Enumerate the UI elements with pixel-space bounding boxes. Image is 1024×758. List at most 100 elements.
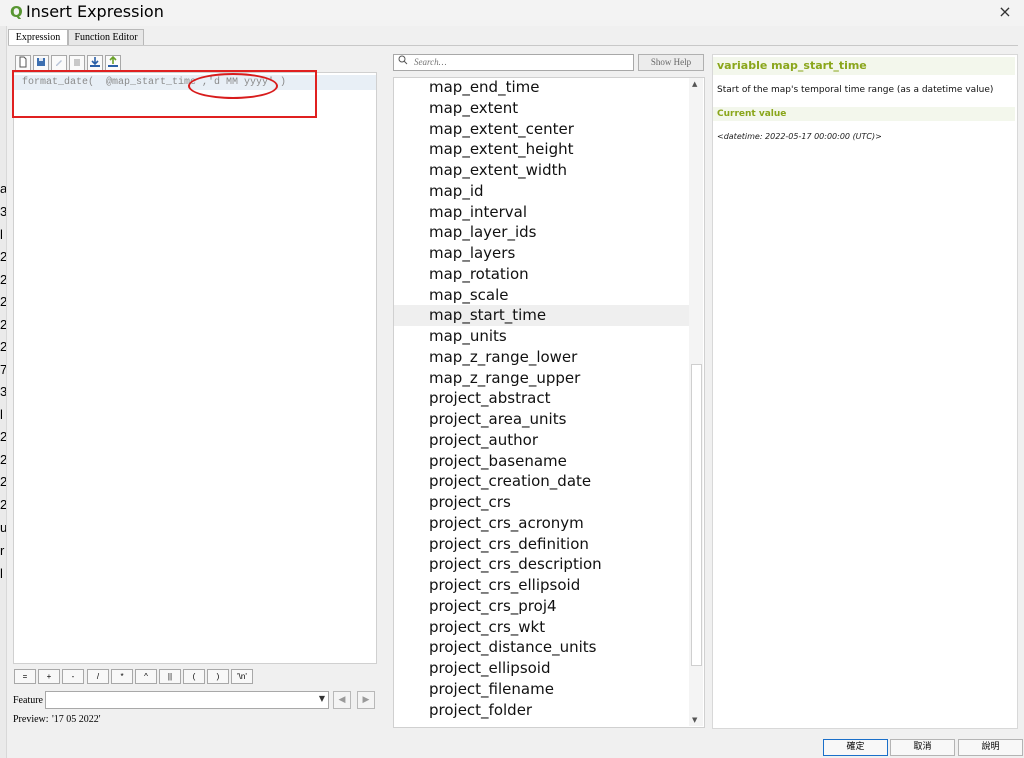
import-icon[interactable] — [87, 55, 103, 71]
background-window-edge: a3l2222273l2222url — [0, 26, 7, 758]
tab-function-editor[interactable]: Function Editor — [68, 29, 144, 46]
list-item[interactable]: map_extent_center — [394, 119, 689, 140]
feature-label: Feature — [13, 695, 43, 706]
scroll-up-icon[interactable]: ▲ — [692, 80, 697, 88]
list-item[interactable]: project_creation_date — [394, 471, 689, 492]
help-button[interactable]: 說明 — [958, 739, 1023, 756]
title-bar: Q Insert Expression × — [0, 0, 1024, 26]
list-item[interactable]: project_distance_units — [394, 637, 689, 658]
current-value-label: Current value — [713, 107, 1015, 121]
list-item[interactable]: project_basename — [394, 451, 689, 472]
list-item[interactable]: map_interval — [394, 202, 689, 223]
window-title: Insert Expression — [26, 2, 164, 21]
help-description: Start of the map's temporal time range (… — [717, 85, 994, 95]
list-item[interactable]: project_crs_ellipsoid — [394, 575, 689, 596]
operator-multiply-button[interactable]: * — [111, 669, 133, 684]
annotation-rectangle — [12, 70, 317, 118]
background-text-fragment: 3 — [0, 204, 6, 219]
operator-open-paren-button[interactable]: ( — [183, 669, 205, 684]
list-item[interactable]: map_extent_width — [394, 160, 689, 181]
background-text-fragment: 2 — [0, 497, 6, 512]
operator-power-button[interactable]: ^ — [135, 669, 157, 684]
list-item[interactable]: project_area_units — [394, 409, 689, 430]
list-item[interactable]: project_abstract — [394, 388, 689, 409]
tab-expression[interactable]: Expression — [8, 29, 68, 46]
list-item[interactable]: project_crs_description — [394, 554, 689, 575]
current-value: <datetime: 2022-05-17 00:00:00 (UTC)> — [717, 132, 882, 141]
background-text-fragment: l — [0, 227, 3, 242]
list-item[interactable]: project_crs_wkt — [394, 617, 689, 638]
close-icon[interactable]: × — [996, 2, 1014, 22]
delete-icon[interactable] — [69, 55, 85, 71]
list-item[interactable]: map_rotation — [394, 264, 689, 285]
list-item[interactable]: project_filename — [394, 679, 689, 700]
chevron-down-icon: ▼ — [318, 694, 325, 703]
list-item[interactable]: project_author — [394, 430, 689, 451]
export-icon[interactable] — [105, 55, 121, 71]
list-item[interactable]: map_layers — [394, 243, 689, 264]
next-feature-button[interactable]: ▶ — [357, 691, 375, 709]
list-item[interactable]: map_scale — [394, 285, 689, 306]
list-item[interactable]: map_extent_height — [394, 139, 689, 160]
list-item[interactable]: map_z_range_lower — [394, 347, 689, 368]
ok-button[interactable]: 確定 — [823, 739, 888, 756]
operator-plus-button[interactable]: + — [38, 669, 60, 684]
search-icon — [398, 55, 408, 70]
background-text-fragment: 2 — [0, 474, 6, 489]
background-text-fragment: 2 — [0, 339, 6, 354]
operator-close-paren-button[interactable]: ) — [207, 669, 229, 684]
background-text-fragment: r — [0, 543, 5, 558]
operator-concat-button[interactable]: || — [159, 669, 181, 684]
background-text-fragment: 2 — [0, 317, 6, 332]
list-item[interactable]: map_end_time — [394, 78, 689, 98]
cancel-button[interactable]: 取消 — [890, 739, 955, 756]
list-item[interactable]: map_extent — [394, 98, 689, 119]
list-item[interactable]: project_crs_definition — [394, 534, 689, 555]
list-item[interactable]: project_crs_proj4 — [394, 596, 689, 617]
list-scrollbar[interactable]: ▲ ▼ — [689, 78, 703, 726]
operator-newline-button[interactable]: '\n' — [231, 669, 253, 684]
list-item[interactable]: map_units — [394, 326, 689, 347]
operator-divide-button[interactable]: / — [87, 669, 109, 684]
search-input[interactable] — [414, 56, 626, 68]
background-text-fragment: 2 — [0, 294, 6, 309]
scroll-down-icon[interactable]: ▼ — [692, 716, 697, 724]
preview-value: '17 05 2022' — [52, 714, 101, 725]
edit-icon[interactable] — [51, 55, 67, 71]
background-text-fragment: a — [0, 181, 6, 196]
background-text-fragment: 2 — [0, 452, 6, 467]
list-item[interactable]: project_folder — [394, 700, 689, 721]
background-text-fragment: 2 — [0, 429, 6, 444]
list-item[interactable]: project_crs — [394, 492, 689, 513]
list-item[interactable]: map_z_range_upper — [394, 368, 689, 389]
operator-equals-button[interactable]: = — [14, 669, 36, 684]
help-title: variable map_start_time — [713, 57, 1015, 75]
background-text-fragment: l — [0, 566, 3, 581]
previous-feature-button[interactable]: ◀ — [333, 691, 351, 709]
expression-editor[interactable]: format_date( @map_start_time ,'d MM yyyy… — [13, 72, 377, 664]
save-icon[interactable] — [33, 55, 49, 71]
list-item[interactable]: map_start_time — [394, 305, 689, 327]
feature-select[interactable]: ▼ — [45, 691, 329, 709]
background-text-fragment: u — [0, 520, 6, 535]
background-text-fragment: 7 — [0, 362, 6, 377]
tab-divider — [8, 45, 1018, 46]
help-panel: variable map_start_time Start of the map… — [712, 54, 1018, 729]
search-box[interactable] — [393, 54, 634, 71]
list-item[interactable]: project_crs_acronym — [394, 513, 689, 534]
background-text-fragment: 3 — [0, 384, 6, 399]
qgis-logo-icon: Q — [10, 3, 23, 21]
background-text-fragment: 2 — [0, 249, 6, 264]
show-help-button[interactable]: Show Help — [638, 54, 704, 71]
operator-minus-button[interactable]: - — [62, 669, 84, 684]
background-text-fragment: 2 — [0, 272, 6, 287]
list-item[interactable]: map_layer_ids — [394, 222, 689, 243]
new-file-icon[interactable] — [15, 55, 31, 71]
scroll-thumb[interactable] — [691, 364, 702, 666]
annotation-ellipse — [188, 73, 278, 99]
function-list[interactable]: map_end_time map_extent map_extent_center m… — [393, 77, 705, 728]
list-item[interactable]: project_ellipsoid — [394, 658, 689, 679]
preview-label: Preview: — [13, 714, 49, 725]
list-item[interactable]: map_id — [394, 181, 689, 202]
background-text-fragment: l — [0, 407, 3, 422]
